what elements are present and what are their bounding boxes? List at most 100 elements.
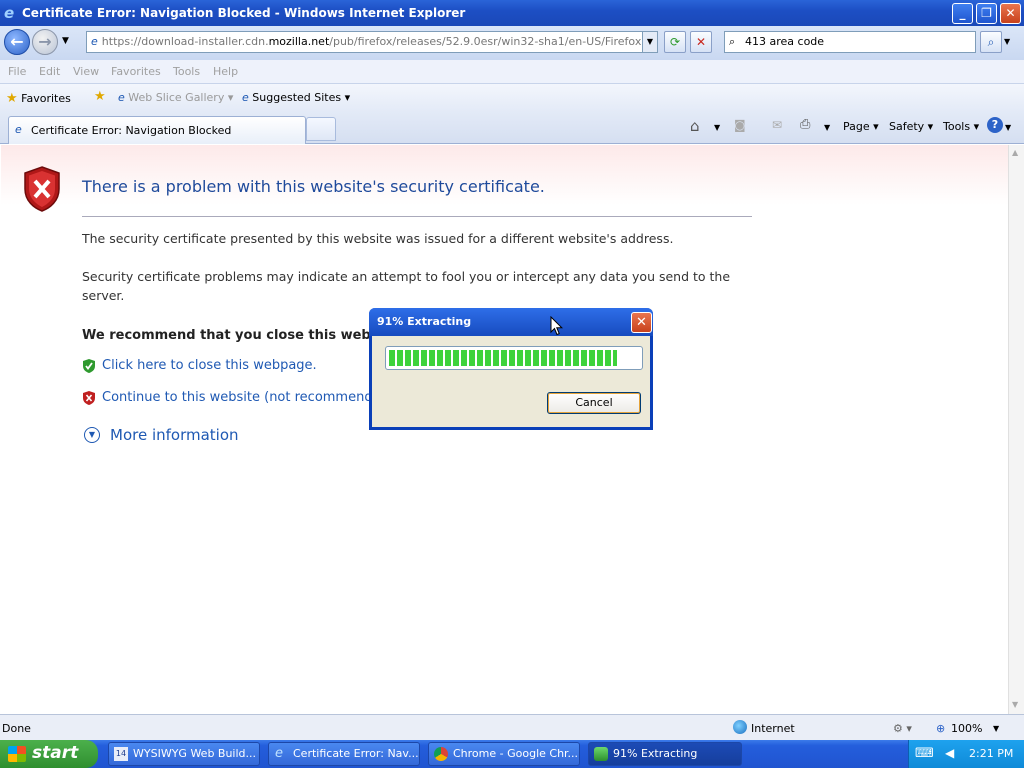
shield-warning-icon [83, 391, 95, 405]
window-title-bar: e Certificate Error: Navigation Blocked … [0, 0, 1024, 26]
search-input[interactable]: ⌕ 413 area code [724, 31, 976, 53]
web-slice-label: Web Slice Gallery [128, 91, 225, 104]
continue-website-link[interactable]: Continue to this website (not recommende… [102, 390, 389, 405]
dialog-title: 91% Extracting [369, 308, 653, 336]
new-tab-button[interactable] [306, 117, 336, 141]
taskbar-item-label: WYSIWYG Web Build... [133, 747, 257, 760]
favorites-button[interactable]: ★ Favorites [6, 91, 71, 106]
paragraph-security-warning: Security certificate problems may indica… [82, 269, 731, 303]
ie-logo-icon: e [4, 4, 15, 22]
status-text: Done [2, 722, 31, 735]
taskbar-item-extracting[interactable]: 91% Extracting [588, 742, 742, 766]
help-chevron-icon[interactable]: ▼ [1005, 123, 1011, 132]
page-heading: There is a problem with this website's s… [82, 177, 545, 196]
back-button[interactable]: ← [4, 29, 30, 55]
page-menu-label: Page [843, 120, 870, 133]
status-bar: Done Internet ⚙ ▾ ⊕ 100% ▼ [0, 714, 1024, 740]
safety-menu-label: Safety [889, 120, 925, 133]
mouse-cursor-icon [550, 316, 563, 336]
taskbar-item-chrome[interactable]: Chrome - Google Chr... [428, 742, 580, 766]
home-chevron-icon[interactable]: ▼ [714, 123, 720, 132]
taskbar-item-wysiwyg[interactable]: 14 WYSIWYG Web Build... [108, 742, 260, 766]
volume-icon[interactable]: ◀ [945, 746, 954, 760]
start-label: start [32, 743, 79, 763]
desktop: e Certificate Error: Navigation Blocked … [0, 0, 1024, 768]
wysiwyg-app-icon: 14 [114, 747, 128, 761]
print-icon[interactable]: ⎙ [800, 117, 810, 132]
home-icon[interactable]: ⌂ [690, 117, 700, 135]
paragraph-address-mismatch: The security certificate presented by th… [82, 231, 674, 246]
help-icon[interactable]: ? [987, 117, 1003, 133]
address-bar[interactable]: e https://download-installer.cdn.mozilla.… [86, 31, 658, 53]
dialog-close-button[interactable]: ✕ [631, 312, 652, 333]
extract-progress-fill [389, 350, 617, 366]
extracting-dialog: 91% Extracting ✕ Cancel [369, 308, 653, 430]
taskbar-item-ie[interactable]: e Certificate Error: Nav... [268, 742, 420, 766]
feeds-icon[interactable]: ◙ [734, 118, 746, 132]
page-icon: e [91, 35, 98, 48]
tools-menu[interactable]: Tools ▾ [943, 120, 979, 133]
tab-title: Certificate Error: Navigation Blocked [31, 124, 232, 137]
scroll-down-icon[interactable]: ▼ [1012, 700, 1018, 709]
minimize-button[interactable]: _ [952, 3, 973, 24]
zoom-chevron-icon[interactable]: ▼ [993, 724, 999, 733]
web-slice-icon: e [118, 91, 125, 104]
start-button[interactable]: start [0, 740, 98, 768]
vertical-scrollbar[interactable]: ▲ ▼ [1008, 145, 1024, 714]
favorites-bar: ★ Favorites ★ e Web Slice Gallery ▾ e Su… [0, 84, 1024, 112]
page-menu[interactable]: Page ▾ [843, 120, 879, 133]
menu-edit[interactable]: Edit [39, 65, 60, 78]
search-provider-icon: ⌕ [729, 35, 736, 48]
restore-button[interactable]: ❐ [976, 3, 997, 24]
safety-menu[interactable]: Safety ▾ [889, 120, 933, 133]
search-value: 413 area code [745, 35, 825, 48]
favorites-label: Favorites [21, 92, 71, 105]
forward-button[interactable]: → [32, 29, 58, 55]
url-suffix: /pub/firefox/releases/52.9.0esr/win32-sh… [329, 35, 657, 48]
window-title: Certificate Error: Navigation Blocked - … [22, 6, 466, 20]
url-prefix: https://download-installer.cdn. [101, 35, 269, 48]
refresh-button[interactable]: ⟳ [664, 31, 686, 53]
menu-bar: File Edit View Favorites Tools Help [0, 60, 1024, 84]
close-button[interactable]: ✕ [1000, 3, 1021, 24]
chrome-app-icon [434, 747, 448, 761]
zoom-level[interactable]: 100% [951, 722, 982, 735]
menu-favorites[interactable]: Favorites [111, 65, 161, 78]
suggested-sites-link[interactable]: e Suggested Sites ▾ [242, 91, 350, 104]
tab-certificate-error[interactable]: e Certificate Error: Navigation Blocked [8, 116, 306, 144]
recent-pages-chevron-icon[interactable]: ▼ [62, 36, 69, 46]
taskbar-item-label: 91% Extracting [613, 747, 698, 760]
tab-page-icon: e [15, 123, 22, 136]
search-button[interactable]: ⌕ [980, 31, 1002, 53]
menu-help[interactable]: Help [213, 65, 238, 78]
stop-button[interactable]: ✕ [690, 31, 712, 53]
menu-view[interactable]: View [73, 65, 99, 78]
tab-bar: e Certificate Error: Navigation Blocked … [0, 112, 1024, 144]
taskbar: start 14 WYSIWYG Web Build... e Certific… [0, 740, 1024, 768]
add-favorite-icon[interactable]: ★ [94, 89, 106, 104]
web-slice-gallery-link[interactable]: e Web Slice Gallery ▾ [118, 91, 233, 104]
print-chevron-icon[interactable]: ▼ [824, 123, 830, 132]
clock[interactable]: 2:21 PM [969, 747, 1013, 760]
security-zone[interactable]: Internet [751, 722, 795, 735]
star-icon: ★ [6, 91, 18, 106]
security-shield-error-icon [24, 166, 60, 212]
heading-divider [82, 216, 752, 217]
cancel-button[interactable]: Cancel [547, 392, 641, 414]
address-dropdown-icon[interactable]: ▼ [642, 32, 657, 52]
protected-mode-icon[interactable]: ⚙ ▾ [893, 722, 912, 735]
menu-file[interactable]: File [8, 65, 26, 78]
system-tray: ⌨ ◀ 2:21 PM [908, 740, 1024, 768]
menu-tools[interactable]: Tools [173, 65, 200, 78]
keyboard-icon[interactable]: ⌨ [915, 746, 934, 761]
windows-logo-icon [8, 746, 26, 762]
internet-zone-icon [733, 720, 747, 734]
taskbar-item-label: Chrome - Google Chr... [453, 747, 579, 760]
mail-icon[interactable]: ✉ [772, 118, 782, 132]
close-webpage-link[interactable]: Click here to close this webpage. [102, 358, 317, 373]
scroll-up-icon[interactable]: ▲ [1012, 148, 1018, 157]
search-options-chevron-icon[interactable]: ▼ [1004, 37, 1010, 46]
more-information-link[interactable]: More information [110, 426, 239, 444]
ie-app-icon: e [275, 746, 283, 761]
expand-chevron-icon[interactable]: ▼ [84, 427, 100, 443]
